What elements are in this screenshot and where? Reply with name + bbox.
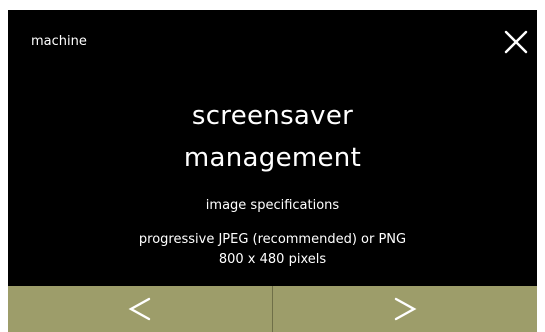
chevron-left-icon	[128, 297, 151, 321]
spec-dimensions: 800 x 480 pixels	[218, 252, 327, 267]
page-title-line-1: screensaver	[191, 101, 354, 131]
screen: machine screensaver management image spe…	[8, 10, 537, 332]
bottom-nav-bar	[8, 286, 537, 332]
breadcrumb: machine	[31, 34, 87, 49]
spec-format: progressive JPEG (recommended) or PNG	[138, 232, 407, 247]
next-button[interactable]	[273, 286, 537, 332]
close-icon	[504, 30, 528, 54]
page-title-line-2: management	[183, 143, 362, 173]
previous-button[interactable]	[8, 286, 273, 332]
section-subtitle: image specifications	[205, 198, 340, 213]
close-button[interactable]	[500, 26, 532, 58]
chevron-right-icon	[394, 297, 417, 321]
